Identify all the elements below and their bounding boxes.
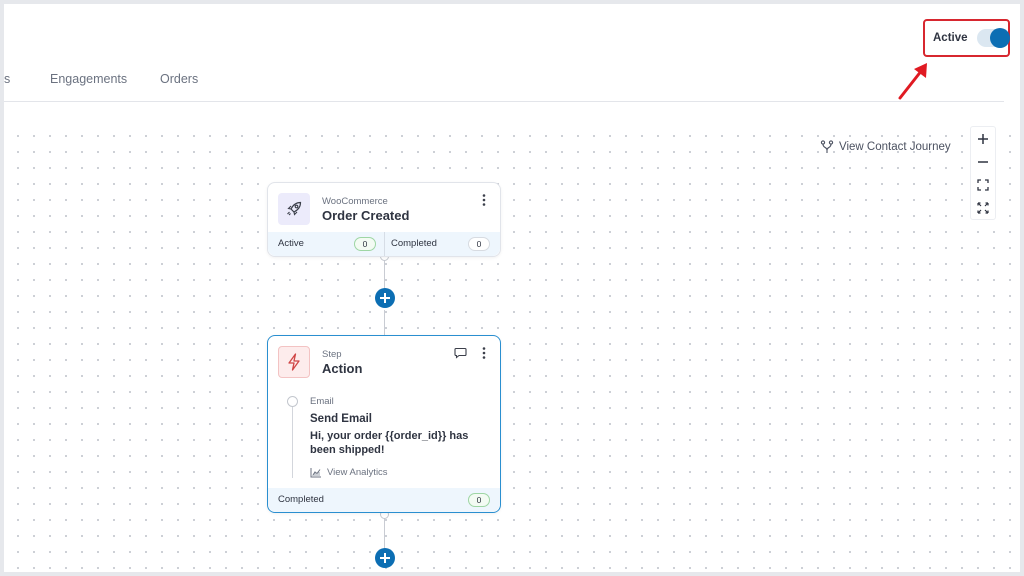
comment-icon[interactable]: [454, 347, 467, 359]
fit-screen-icon: [977, 178, 989, 191]
tab-partial[interactable]: s: [4, 72, 10, 86]
view-contact-journey-link[interactable]: View Contact Journey: [820, 140, 951, 154]
email-type-label: Email: [310, 396, 334, 407]
fit-view-button[interactable]: [971, 173, 995, 196]
zoom-controls: [970, 126, 996, 220]
connector-line: [384, 310, 385, 336]
add-step-button[interactable]: [375, 288, 395, 308]
action-title: Action: [322, 361, 363, 376]
chart-icon: [310, 468, 321, 478]
lightning-icon: [288, 353, 300, 371]
workflow-canvas[interactable]: [4, 122, 1020, 572]
plus-icon: [978, 133, 988, 144]
view-contact-journey-label: View Contact Journey: [839, 141, 951, 153]
add-step-button[interactable]: [375, 548, 395, 568]
trigger-icon-box: [278, 193, 310, 225]
view-analytics-label: View Analytics: [327, 467, 388, 478]
zoom-in-button[interactable]: [971, 127, 995, 150]
action-footer: Completed 0: [268, 488, 500, 512]
trigger-footer: Active 0 Completed 0: [268, 232, 500, 256]
expand-icon: [977, 201, 989, 214]
branch-icon: [820, 140, 834, 153]
annotation-arrow-icon: [898, 63, 927, 100]
completed-count-badge: 0: [468, 237, 490, 251]
trigger-subtitle: WooCommerce: [322, 196, 388, 207]
footer-divider: [384, 232, 385, 256]
active-toggle[interactable]: [976, 28, 1010, 48]
automation-editor: s Engagements Orders Active View Contact…: [4, 4, 1020, 572]
plus-icon: [380, 553, 390, 563]
timeline-dot: [287, 396, 298, 407]
zoom-out-button[interactable]: [971, 150, 995, 173]
active-toggle-label: Active: [933, 32, 968, 44]
action-subtitle: Step: [322, 349, 342, 360]
tab-engagements[interactable]: Engagements: [50, 72, 127, 86]
trigger-title: Order Created: [322, 208, 410, 223]
rocket-icon: [287, 201, 302, 216]
completed-stat-label: Completed: [391, 238, 437, 249]
fullscreen-button[interactable]: [971, 196, 995, 219]
active-toggle-highlight: Active: [923, 19, 1010, 57]
email-step[interactable]: Email Send Email Hi, your order {{order_…: [310, 396, 496, 478]
active-count-badge: 0: [354, 237, 376, 251]
action-node[interactable]: Step Action Email Send Email Hi, your or…: [267, 335, 501, 513]
view-analytics-link[interactable]: View Analytics: [310, 467, 496, 478]
toggle-knob: [990, 28, 1010, 48]
email-name: Send Email: [310, 413, 372, 425]
plus-icon: [380, 293, 390, 303]
tab-orders[interactable]: Orders: [160, 72, 198, 86]
timeline-line: [292, 406, 293, 478]
active-stat-label: Active: [278, 238, 304, 249]
minus-icon: [978, 160, 988, 163]
completed-stat-label: Completed: [278, 494, 324, 505]
more-options-icon[interactable]: [478, 346, 490, 360]
email-subject: Hi, your order {{order_id}} has been shi…: [310, 430, 469, 456]
action-icon-box: [278, 346, 310, 378]
trigger-node[interactable]: WooCommerce Order Created Active 0 Compl…: [267, 182, 501, 257]
tab-bar: s Engagements Orders: [4, 64, 1004, 102]
completed-count-badge: 0: [468, 493, 490, 507]
more-options-icon[interactable]: [478, 193, 490, 207]
